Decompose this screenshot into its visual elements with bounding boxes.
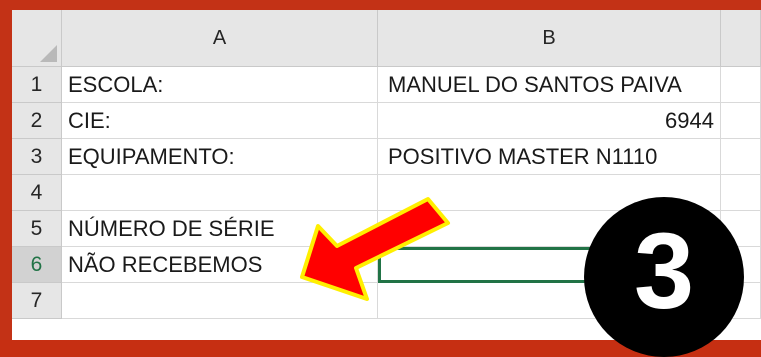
select-all-triangle-icon xyxy=(40,45,57,62)
column-header-a[interactable]: A xyxy=(62,10,378,67)
row-header-3[interactable]: 3 xyxy=(12,139,62,175)
cell-a6[interactable]: NÃO RECEBEMOS xyxy=(62,247,378,283)
cell-b2[interactable]: 6944 xyxy=(378,103,721,139)
cell-c2[interactable] xyxy=(721,103,761,139)
step-badge: 3 xyxy=(584,197,744,357)
cell-b3[interactable]: POSITIVO MASTER N1110 xyxy=(378,139,721,175)
select-all-button[interactable] xyxy=(12,10,62,67)
row-header-4[interactable]: 4 xyxy=(12,175,62,211)
row-header-1[interactable]: 1 xyxy=(12,67,62,103)
row-header-2[interactable]: 2 xyxy=(12,103,62,139)
column-header-b[interactable]: B xyxy=(378,10,721,67)
cell-a2[interactable]: CIE: xyxy=(62,103,378,139)
row-header-6[interactable]: 6 xyxy=(12,247,62,283)
cell-a4[interactable] xyxy=(62,175,378,211)
cell-a5[interactable]: NÚMERO DE SÉRIE xyxy=(62,211,378,247)
cell-a1[interactable]: ESCOLA: xyxy=(62,67,378,103)
cell-c4[interactable] xyxy=(721,175,761,211)
cell-a7[interactable] xyxy=(62,283,378,319)
cell-a3[interactable]: EQUIPAMENTO: xyxy=(62,139,378,175)
cell-b1[interactable]: MANUEL DO SANTOS PAIVA xyxy=(378,67,721,103)
row-header-5[interactable]: 5 xyxy=(12,211,62,247)
cell-c1[interactable] xyxy=(721,67,761,103)
row-header-7[interactable]: 7 xyxy=(12,283,62,319)
column-header-c[interactable] xyxy=(721,10,761,67)
cell-c3[interactable] xyxy=(721,139,761,175)
